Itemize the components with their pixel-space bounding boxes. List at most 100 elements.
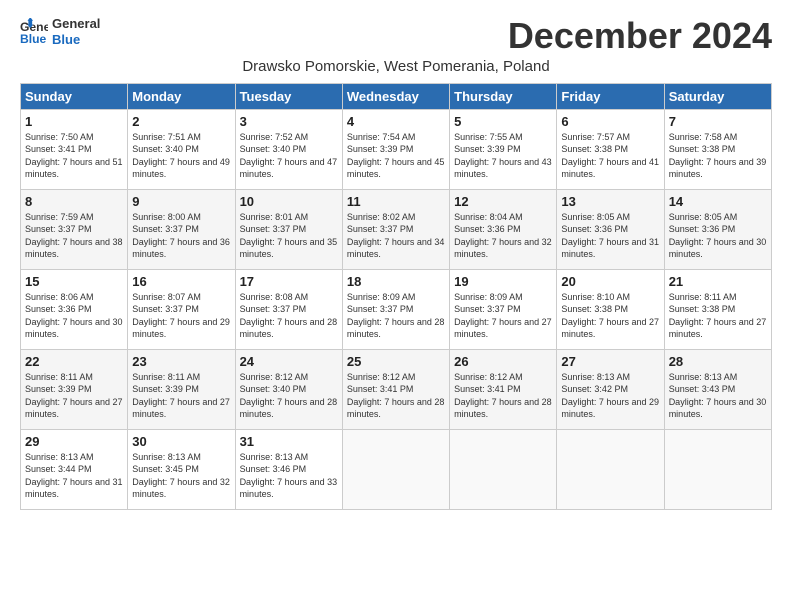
day-info: Sunrise: 8:10 AM Sunset: 3:38 PM Dayligh… — [561, 291, 659, 341]
calendar-week-5: 29 Sunrise: 8:13 AM Sunset: 3:44 PM Dayl… — [21, 429, 772, 509]
day-info: Sunrise: 8:05 AM Sunset: 3:36 PM Dayligh… — [669, 211, 767, 261]
calendar-cell: 12 Sunrise: 8:04 AM Sunset: 3:36 PM Dayl… — [450, 189, 557, 269]
day-info: Sunrise: 7:54 AM Sunset: 3:39 PM Dayligh… — [347, 131, 445, 181]
day-info: Sunrise: 8:01 AM Sunset: 3:37 PM Dayligh… — [240, 211, 338, 261]
calendar-cell: 22 Sunrise: 8:11 AM Sunset: 3:39 PM Dayl… — [21, 349, 128, 429]
col-tuesday: Tuesday — [235, 83, 342, 109]
day-info: Sunrise: 8:11 AM Sunset: 3:39 PM Dayligh… — [132, 371, 230, 421]
day-number: 23 — [132, 354, 230, 369]
col-sunday: Sunday — [21, 83, 128, 109]
day-number: 20 — [561, 274, 659, 289]
calendar-cell — [664, 429, 771, 509]
calendar-cell: 5 Sunrise: 7:55 AM Sunset: 3:39 PM Dayli… — [450, 109, 557, 189]
svg-text:Blue: Blue — [20, 32, 47, 46]
day-number: 9 — [132, 194, 230, 209]
day-info: Sunrise: 8:06 AM Sunset: 3:36 PM Dayligh… — [25, 291, 123, 341]
calendar-cell: 15 Sunrise: 8:06 AM Sunset: 3:36 PM Dayl… — [21, 269, 128, 349]
calendar-cell: 13 Sunrise: 8:05 AM Sunset: 3:36 PM Dayl… — [557, 189, 664, 269]
header-row: Sunday Monday Tuesday Wednesday Thursday… — [21, 83, 772, 109]
day-number: 2 — [132, 114, 230, 129]
day-info: Sunrise: 8:13 AM Sunset: 3:45 PM Dayligh… — [132, 451, 230, 501]
day-info: Sunrise: 8:07 AM Sunset: 3:37 PM Dayligh… — [132, 291, 230, 341]
logo: General Blue General Blue — [20, 16, 100, 47]
calendar-cell: 24 Sunrise: 8:12 AM Sunset: 3:40 PM Dayl… — [235, 349, 342, 429]
calendar-cell: 20 Sunrise: 8:10 AM Sunset: 3:38 PM Dayl… — [557, 269, 664, 349]
page: General Blue General Blue December 2024 … — [0, 0, 792, 520]
day-number: 21 — [669, 274, 767, 289]
col-monday: Monday — [128, 83, 235, 109]
day-info: Sunrise: 8:13 AM Sunset: 3:44 PM Dayligh… — [25, 451, 123, 501]
day-info: Sunrise: 8:08 AM Sunset: 3:37 PM Dayligh… — [240, 291, 338, 341]
day-info: Sunrise: 8:02 AM Sunset: 3:37 PM Dayligh… — [347, 211, 445, 261]
calendar-table: Sunday Monday Tuesday Wednesday Thursday… — [20, 83, 772, 510]
calendar-cell: 10 Sunrise: 8:01 AM Sunset: 3:37 PM Dayl… — [235, 189, 342, 269]
calendar-cell: 25 Sunrise: 8:12 AM Sunset: 3:41 PM Dayl… — [342, 349, 449, 429]
day-info: Sunrise: 8:09 AM Sunset: 3:37 PM Dayligh… — [347, 291, 445, 341]
calendar-cell: 31 Sunrise: 8:13 AM Sunset: 3:46 PM Dayl… — [235, 429, 342, 509]
calendar-cell: 26 Sunrise: 8:12 AM Sunset: 3:41 PM Dayl… — [450, 349, 557, 429]
day-number: 8 — [25, 194, 123, 209]
day-number: 10 — [240, 194, 338, 209]
calendar-cell — [450, 429, 557, 509]
calendar-cell — [342, 429, 449, 509]
calendar-cell: 16 Sunrise: 8:07 AM Sunset: 3:37 PM Dayl… — [128, 269, 235, 349]
day-number: 1 — [25, 114, 123, 129]
logo-line2: Blue — [52, 32, 80, 47]
day-number: 27 — [561, 354, 659, 369]
day-info: Sunrise: 7:50 AM Sunset: 3:41 PM Dayligh… — [25, 131, 123, 181]
day-info: Sunrise: 7:51 AM Sunset: 3:40 PM Dayligh… — [132, 131, 230, 181]
day-number: 3 — [240, 114, 338, 129]
logo-line1: General — [52, 16, 100, 31]
calendar-cell: 6 Sunrise: 7:57 AM Sunset: 3:38 PM Dayli… — [557, 109, 664, 189]
calendar-cell: 3 Sunrise: 7:52 AM Sunset: 3:40 PM Dayli… — [235, 109, 342, 189]
col-thursday: Thursday — [450, 83, 557, 109]
day-info: Sunrise: 7:59 AM Sunset: 3:37 PM Dayligh… — [25, 211, 123, 261]
day-info: Sunrise: 7:57 AM Sunset: 3:38 PM Dayligh… — [561, 131, 659, 181]
day-number: 24 — [240, 354, 338, 369]
day-number: 19 — [454, 274, 552, 289]
day-number: 13 — [561, 194, 659, 209]
calendar-cell: 29 Sunrise: 8:13 AM Sunset: 3:44 PM Dayl… — [21, 429, 128, 509]
calendar-week-4: 22 Sunrise: 8:11 AM Sunset: 3:39 PM Dayl… — [21, 349, 772, 429]
day-number: 26 — [454, 354, 552, 369]
calendar-cell: 11 Sunrise: 8:02 AM Sunset: 3:37 PM Dayl… — [342, 189, 449, 269]
day-info: Sunrise: 8:09 AM Sunset: 3:37 PM Dayligh… — [454, 291, 552, 341]
day-info: Sunrise: 8:13 AM Sunset: 3:46 PM Dayligh… — [240, 451, 338, 501]
col-wednesday: Wednesday — [342, 83, 449, 109]
day-info: Sunrise: 8:12 AM Sunset: 3:41 PM Dayligh… — [454, 371, 552, 421]
calendar-week-2: 8 Sunrise: 7:59 AM Sunset: 3:37 PM Dayli… — [21, 189, 772, 269]
calendar-week-3: 15 Sunrise: 8:06 AM Sunset: 3:36 PM Dayl… — [21, 269, 772, 349]
day-number: 11 — [347, 194, 445, 209]
day-info: Sunrise: 8:13 AM Sunset: 3:42 PM Dayligh… — [561, 371, 659, 421]
calendar-cell: 21 Sunrise: 8:11 AM Sunset: 3:38 PM Dayl… — [664, 269, 771, 349]
month-title: December 2024 — [508, 16, 772, 56]
day-number: 18 — [347, 274, 445, 289]
col-saturday: Saturday — [664, 83, 771, 109]
calendar-cell: 1 Sunrise: 7:50 AM Sunset: 3:41 PM Dayli… — [21, 109, 128, 189]
day-number: 25 — [347, 354, 445, 369]
calendar-cell: 23 Sunrise: 8:11 AM Sunset: 3:39 PM Dayl… — [128, 349, 235, 429]
day-info: Sunrise: 8:12 AM Sunset: 3:40 PM Dayligh… — [240, 371, 338, 421]
day-number: 16 — [132, 274, 230, 289]
day-number: 12 — [454, 194, 552, 209]
day-number: 15 — [25, 274, 123, 289]
calendar-cell: 7 Sunrise: 7:58 AM Sunset: 3:38 PM Dayli… — [664, 109, 771, 189]
day-info: Sunrise: 7:55 AM Sunset: 3:39 PM Dayligh… — [454, 131, 552, 181]
day-number: 14 — [669, 194, 767, 209]
title-block: December 2024 — [508, 16, 772, 56]
day-info: Sunrise: 8:00 AM Sunset: 3:37 PM Dayligh… — [132, 211, 230, 261]
day-number: 29 — [25, 434, 123, 449]
calendar-cell: 14 Sunrise: 8:05 AM Sunset: 3:36 PM Dayl… — [664, 189, 771, 269]
day-info: Sunrise: 8:12 AM Sunset: 3:41 PM Dayligh… — [347, 371, 445, 421]
day-info: Sunrise: 7:58 AM Sunset: 3:38 PM Dayligh… — [669, 131, 767, 181]
calendar-cell — [557, 429, 664, 509]
calendar-cell: 8 Sunrise: 7:59 AM Sunset: 3:37 PM Dayli… — [21, 189, 128, 269]
day-number: 5 — [454, 114, 552, 129]
day-number: 6 — [561, 114, 659, 129]
calendar-cell: 27 Sunrise: 8:13 AM Sunset: 3:42 PM Dayl… — [557, 349, 664, 429]
day-info: Sunrise: 8:11 AM Sunset: 3:39 PM Dayligh… — [25, 371, 123, 421]
day-number: 4 — [347, 114, 445, 129]
logo-icon: General Blue — [20, 18, 48, 46]
calendar-cell: 30 Sunrise: 8:13 AM Sunset: 3:45 PM Dayl… — [128, 429, 235, 509]
calendar-cell: 18 Sunrise: 8:09 AM Sunset: 3:37 PM Dayl… — [342, 269, 449, 349]
